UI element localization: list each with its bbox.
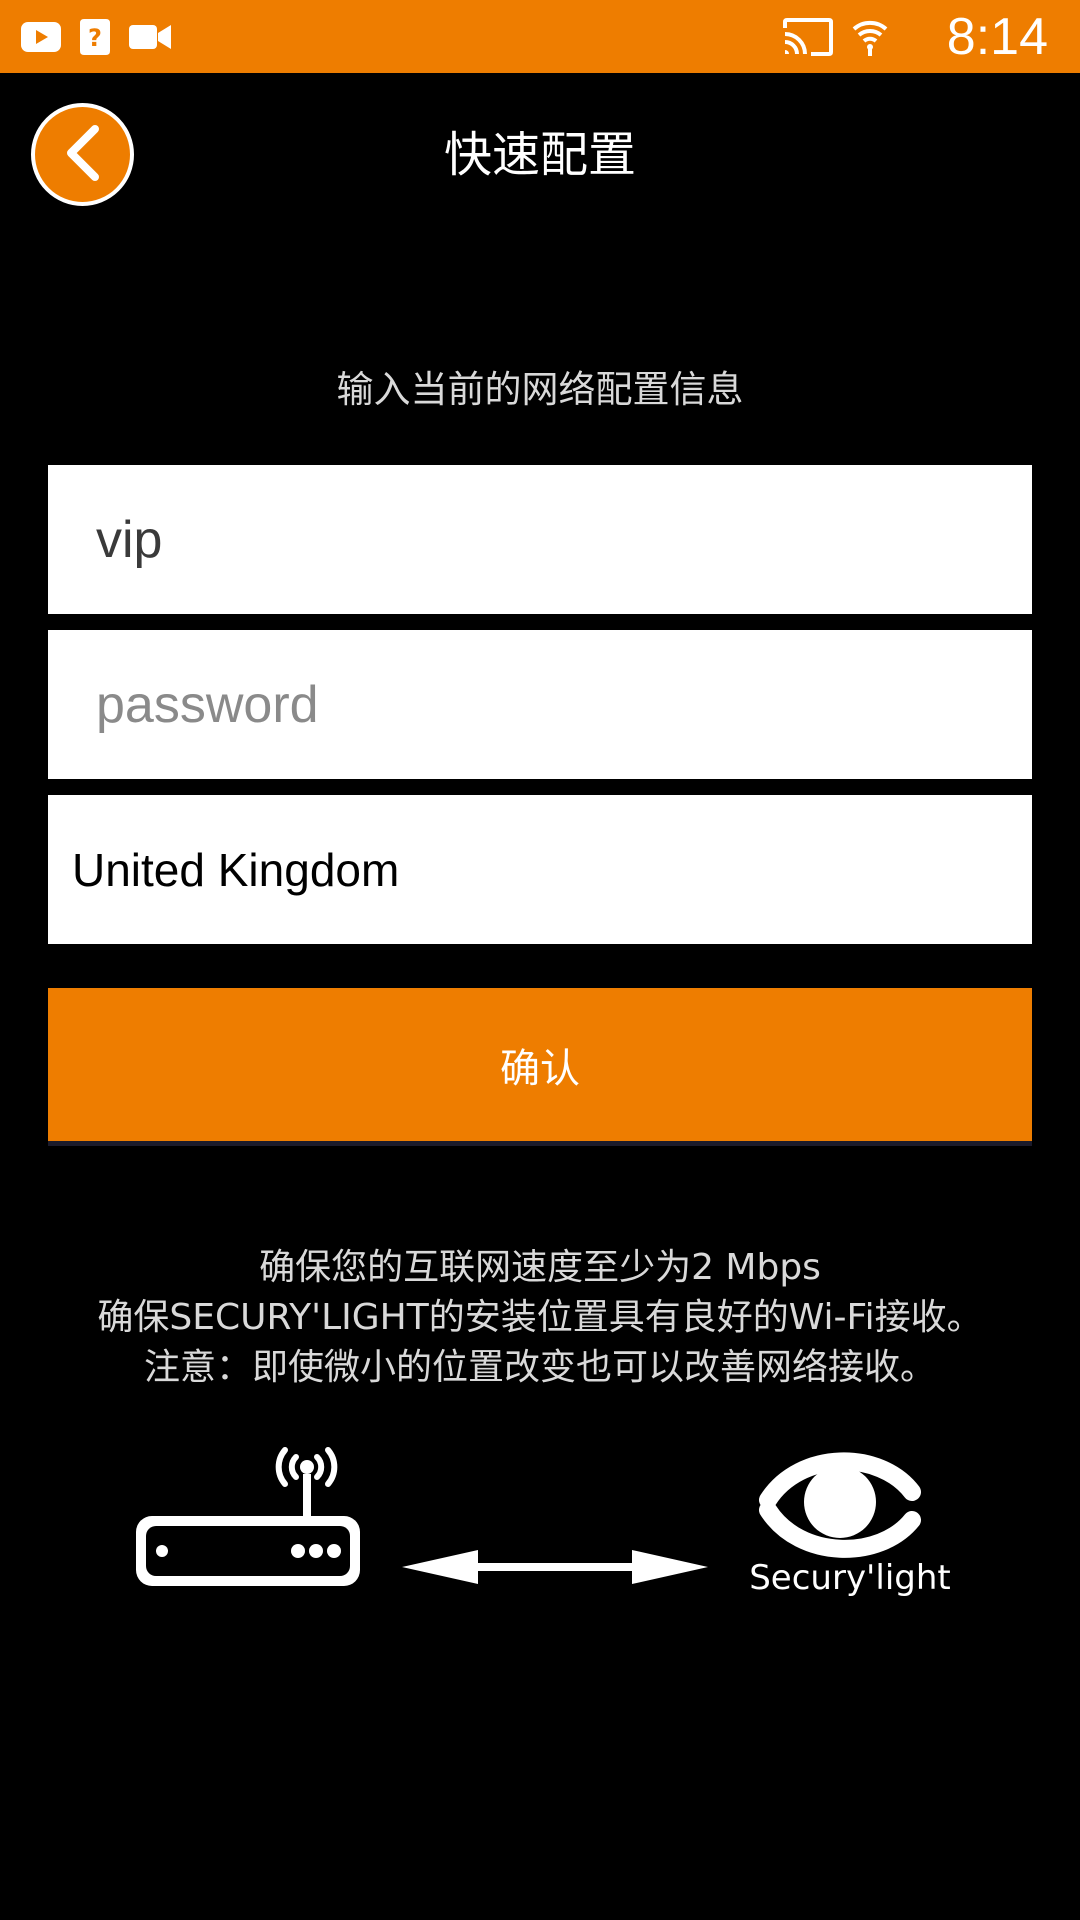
note-line-position: 注意：即使微小的位置改变也可以改善网络接收。	[143, 1347, 936, 1388]
password-field[interactable]	[48, 630, 1032, 779]
wifi-router-icon	[136, 1447, 360, 1586]
status-bar: ? 8:14	[0, 0, 1080, 73]
youtube-icon	[20, 0, 62, 73]
help-icon: ?	[78, 0, 112, 73]
eye-logo-icon	[759, 1452, 921, 1558]
note-line-reception: 确保SECURY'LIGHT的安装位置具有良好的Wi-Fi接收。	[97, 1297, 983, 1338]
video-camera-icon	[128, 0, 172, 73]
note-line-speed: 确保您的互联网速度至少为2 Mbps	[259, 1247, 821, 1288]
double-arrow-icon	[402, 1550, 708, 1584]
status-time: 8:14	[946, 7, 1048, 66]
svg-text:?: ?	[88, 24, 102, 52]
notes: 确保您的互联网速度至少为2 Mbps 确保SECURY'LIGHT的安装位置具有…	[0, 1243, 1080, 1393]
brand-label: Secury'light	[749, 1558, 951, 1598]
country-value: United Kingdom	[72, 843, 400, 896]
confirm-button[interactable]: 确认	[48, 988, 1032, 1146]
ssid-field[interactable]	[48, 465, 1032, 614]
page-title: 快速配置	[443, 127, 636, 183]
form-subtitle: 输入当前的网络配置信息	[336, 368, 744, 411]
country-select[interactable]: United Kingdom	[48, 795, 1032, 944]
wifi-icon	[848, 0, 892, 73]
cast-icon	[782, 0, 834, 73]
connection-illustration	[136, 1447, 921, 1586]
